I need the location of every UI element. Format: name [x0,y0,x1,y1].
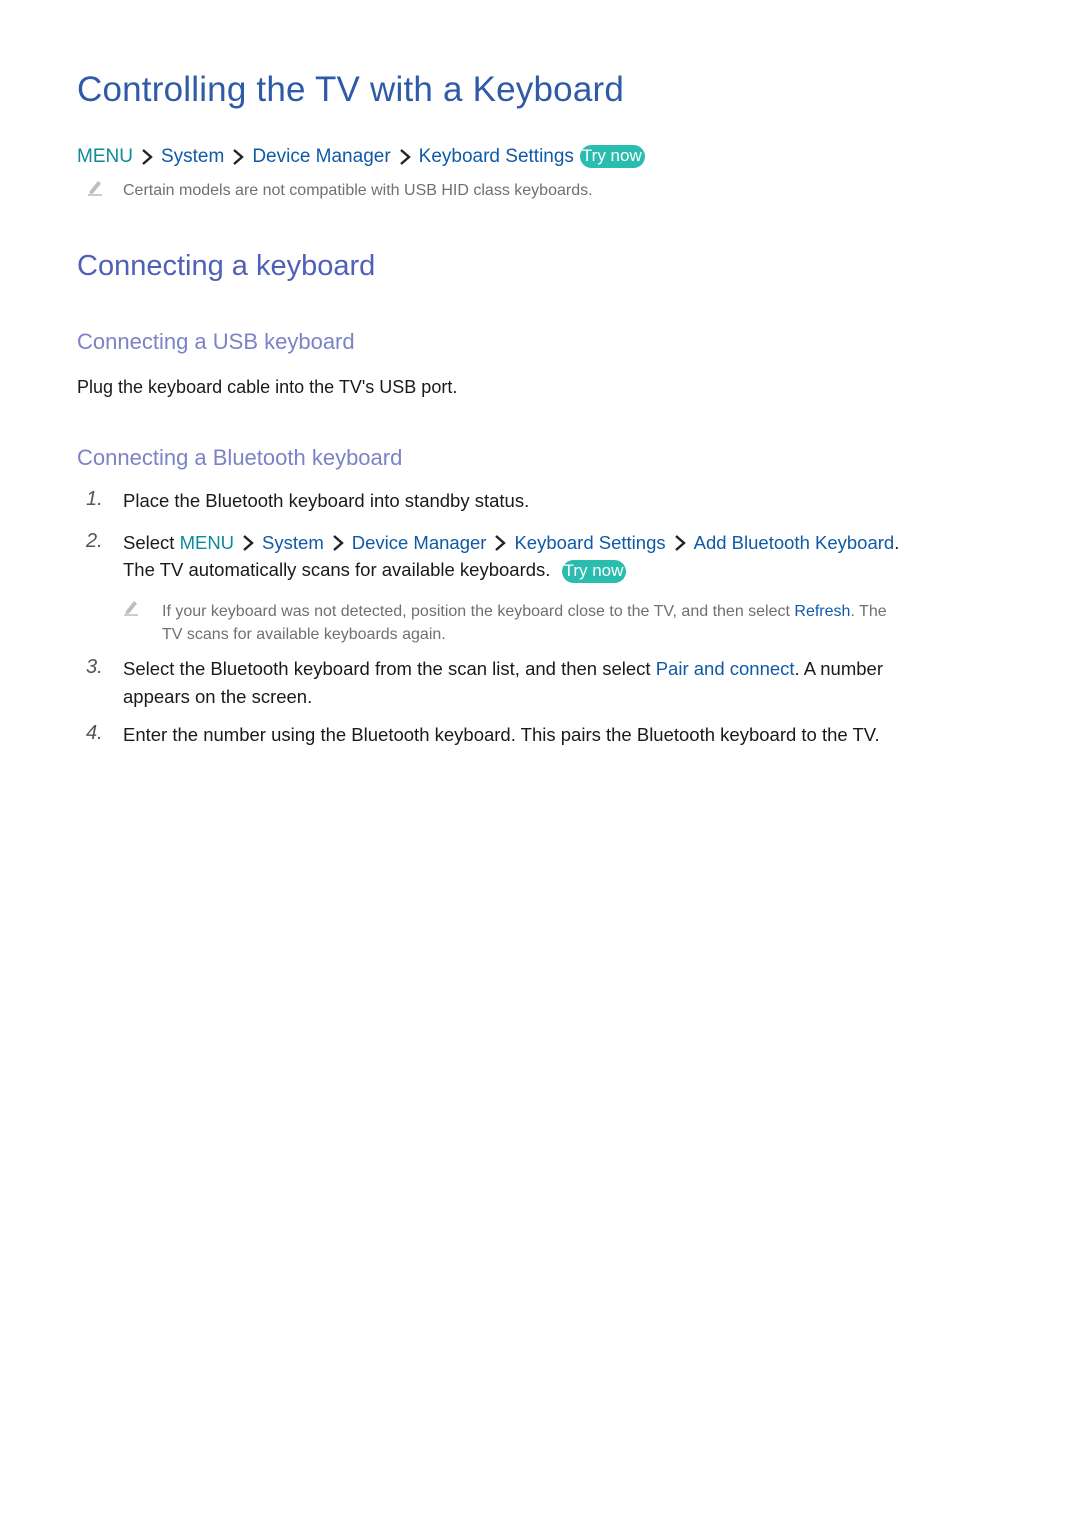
step-2-path-system[interactable]: System [262,529,324,556]
pencil-note-icon [124,601,138,616]
step-2-prefix: Select [123,532,175,553]
refresh-note-text: If your keyboard was not detected, posit… [162,603,790,620]
page-title: Controlling the TV with a Keyboard [77,70,625,109]
step-number: 1. [86,488,103,510]
step-2-suffix: . [894,532,900,553]
pencil-note-icon [88,181,102,196]
manual-page: Controlling the TV with a Keyboard MENU … [0,0,1080,1527]
step-3-text-end: . A number [794,658,883,679]
breadcrumb-system[interactable]: System [161,146,224,168]
step-1-text: Place the Bluetooth keyboard into standb… [123,490,530,511]
refresh-note-text-end: . The [850,603,887,620]
refresh-link[interactable]: Refresh [794,603,850,620]
step-2-path-add-bluetooth-keyboard[interactable]: Add Bluetooth Keyboard [694,529,895,556]
chevron-right-icon [495,534,507,551]
usb-instructions: Plug the keyboard cable into the TV's US… [77,377,458,397]
step-number: 3. [86,656,103,678]
step-3-line-1: Select the Bluetooth keyboard from the s… [123,655,883,682]
chevron-right-icon [243,534,254,551]
bluetooth-heading: Connecting a Bluetooth keyboard [77,445,403,470]
step-2-line-2: The TV automatically scans for available… [123,556,627,583]
chevron-right-icon [233,148,245,165]
try-now-button[interactable]: Try now [561,560,627,583]
breadcrumb-menu[interactable]: MENU [77,146,133,168]
pair-and-connect-link[interactable]: Pair and connect [656,658,795,679]
chevron-right-icon [142,148,153,165]
step-2-path-device-manager[interactable]: Device Manager [352,529,487,556]
step-2-path-keyboard-settings[interactable]: Keyboard Settings [514,529,665,556]
step-number: 4. [86,722,103,744]
refresh-note-line-1: If your keyboard was not detected, posit… [162,603,887,621]
step-4-text: Enter the number using the Bluetooth key… [123,724,880,745]
chevron-right-icon [399,148,411,165]
compatibility-note: Certain models are not compatible with U… [123,182,593,199]
section-heading: Connecting a keyboard [77,250,376,282]
refresh-note-line-2: TV scans for available keyboards again. [162,626,446,643]
step-2-line-1: Select MENU System Device Manager Keyboa… [123,529,899,556]
step-2-path-menu[interactable]: MENU [180,529,234,556]
breadcrumb: MENU System Device Manager Keyboard Sett… [77,145,645,168]
step-3-line-2: appears on the screen. [123,686,313,707]
usb-heading: Connecting a USB keyboard [77,329,355,354]
step-3-text: Select the Bluetooth keyboard from the s… [123,658,651,679]
chevron-right-icon [674,534,686,551]
breadcrumb-keyboard-settings[interactable]: Keyboard Settings [419,146,574,168]
chevron-right-icon [332,534,344,551]
step-number: 2. [86,530,103,552]
step-2-scan-text: The TV automatically scans for available… [123,559,551,580]
breadcrumb-device-manager[interactable]: Device Manager [252,146,390,168]
try-now-button[interactable]: Try now [579,145,645,168]
